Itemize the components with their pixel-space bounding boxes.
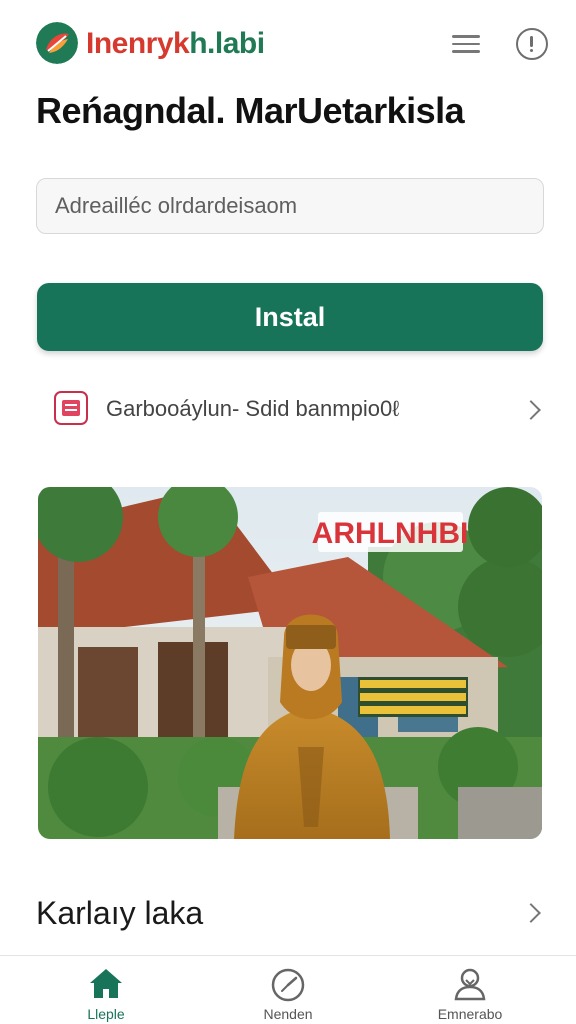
hamburger-icon-line xyxy=(452,42,480,45)
search-input[interactable] xyxy=(36,178,544,234)
home-icon xyxy=(90,969,122,998)
nav-item-label: Lleple xyxy=(87,1006,125,1022)
hero-illustration: ARHLNHBI xyxy=(38,487,542,839)
app-calendar-icon xyxy=(54,391,88,425)
nav-item-label: Nenden xyxy=(263,1006,313,1022)
logo-icon xyxy=(36,22,78,64)
nav-item-clock[interactable]: Nenden xyxy=(218,956,358,1024)
brand-name-part2: h.labi xyxy=(189,27,265,60)
hamburger-icon xyxy=(452,35,480,38)
hero-sign-text: ARHLNHBI xyxy=(312,517,469,550)
chevron-right-icon xyxy=(521,400,541,420)
install-button[interactable]: Instal xyxy=(37,283,543,351)
menu-button[interactable] xyxy=(452,30,482,58)
info-icon[interactable] xyxy=(516,28,548,60)
clock-icon xyxy=(271,968,305,1002)
nav-item-profile[interactable]: Emnerabo xyxy=(400,956,540,1024)
page-title: Reńagndal. MarUetarkisla xyxy=(36,90,465,131)
brand-name-part1: Inenryk xyxy=(86,27,190,60)
nav-item-label: Emnerabo xyxy=(437,1006,503,1022)
hero-image[interactable]: ARHLNHBI xyxy=(38,487,542,839)
promo-text: Garbooáylun- Sdid banmpio0ℓ xyxy=(106,396,400,421)
section-header[interactable]: Karlaıy laka xyxy=(36,885,546,941)
promo-row[interactable]: Garbooáylun- Sdid banmpio0ℓ xyxy=(36,380,546,440)
section-title: Karlaıy laka xyxy=(36,895,204,931)
nav-item-home[interactable]: Lleple xyxy=(36,956,176,1024)
hamburger-icon-line xyxy=(452,50,480,53)
bottom-nav: Lleple Nenden Emnerabo xyxy=(0,955,576,1024)
brand-name: Inenrykh.labi xyxy=(86,26,265,62)
top-bar: Inenrykh.labi xyxy=(0,0,576,88)
profile-icon xyxy=(454,968,486,1001)
chevron-right-icon xyxy=(521,903,541,923)
